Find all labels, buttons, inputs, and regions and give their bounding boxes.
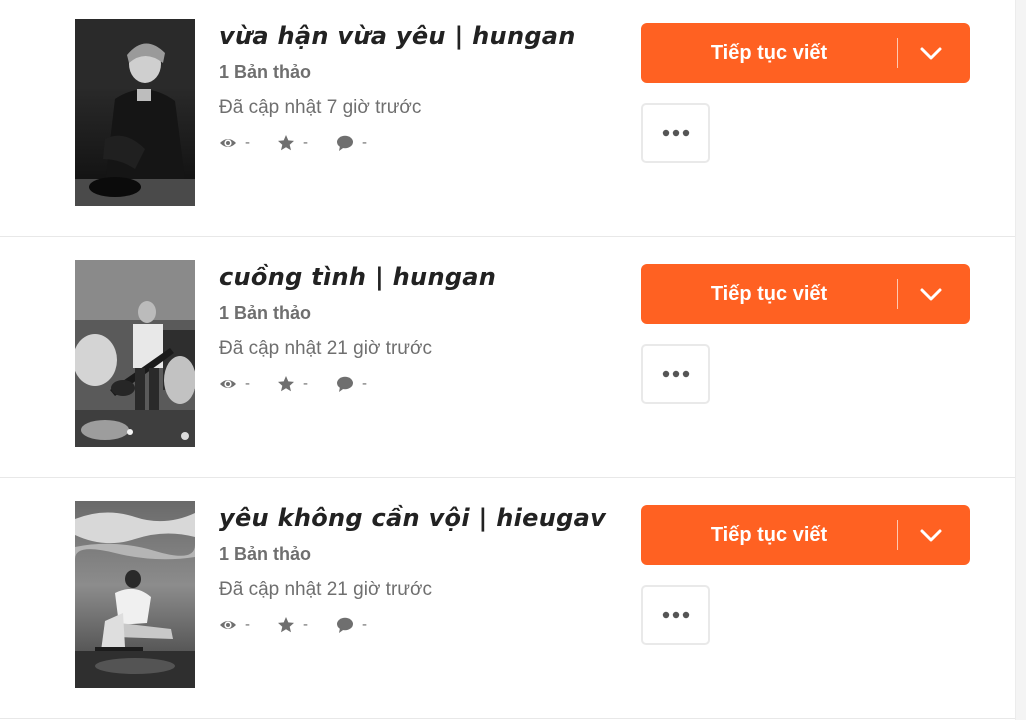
more-options-icon	[662, 611, 690, 619]
continue-writing-button[interactable]: Tiếp tục viết	[641, 264, 970, 324]
continue-writing-label: Tiếp tục viết	[710, 524, 828, 546]
button-divider	[897, 520, 898, 550]
continue-writing-button[interactable]: Tiếp tục viết	[641, 23, 970, 83]
button-divider	[897, 38, 898, 68]
votes-count: -	[303, 616, 308, 633]
story-cover-image[interactable]	[75, 19, 195, 206]
star-icon	[278, 135, 294, 151]
more-options-button[interactable]	[641, 103, 710, 163]
story-item: vừa hận vừa yêu | hungan 1 Bản thảo Đã c…	[0, 0, 1015, 237]
button-divider	[897, 279, 898, 309]
last-updated: Đã cập nhật 21 giờ trước	[219, 579, 432, 600]
eye-icon	[220, 380, 236, 388]
comments-count: -	[362, 134, 367, 151]
comment-icon	[337, 376, 353, 392]
story-item: yêu không cần vội | hieugav 1 Bản thảo Đ…	[0, 478, 1015, 719]
eye-icon	[220, 621, 236, 629]
continue-writing-button[interactable]: Tiếp tục viết	[641, 505, 970, 565]
story-cover-image[interactable]	[75, 260, 195, 447]
more-options-button[interactable]	[641, 585, 710, 645]
comments-count: -	[362, 616, 367, 633]
chevron-down-icon[interactable]	[919, 43, 943, 63]
continue-writing-label: Tiếp tục viết	[710, 42, 828, 64]
comment-icon	[337, 617, 353, 633]
comments-count: -	[362, 375, 367, 392]
comment-icon	[337, 135, 353, 151]
row-divider	[0, 718, 1015, 719]
votes-count: -	[303, 375, 308, 392]
votes-count: -	[303, 134, 308, 151]
draft-count: 1 Bản thảo	[219, 303, 312, 323]
right-gutter	[1016, 0, 1026, 720]
star-icon	[278, 617, 294, 633]
star-icon	[278, 376, 294, 392]
continue-writing-label: Tiếp tục viết	[710, 283, 828, 305]
story-item: cuồng tình | hungan 1 Bản thảo Đã cập nh…	[0, 237, 1015, 478]
last-updated: Đã cập nhật 7 giờ trước	[219, 97, 422, 118]
story-list: vừa hận vừa yêu | hungan 1 Bản thảo Đã c…	[0, 0, 1015, 720]
chevron-down-icon[interactable]	[919, 284, 943, 304]
draft-count: 1 Bản thảo	[219, 62, 312, 82]
views-count: -	[245, 616, 250, 633]
more-options-button[interactable]	[641, 344, 710, 404]
views-count: -	[245, 375, 250, 392]
story-stats: - - -	[219, 375, 419, 393]
story-title[interactable]: yêu không cần vội | hieugav	[219, 504, 606, 532]
story-title[interactable]: cuồng tình | hungan	[219, 263, 496, 291]
story-stats: - - -	[219, 616, 419, 634]
draft-count: 1 Bản thảo	[219, 544, 312, 564]
story-title[interactable]: vừa hận vừa yêu | hungan	[219, 22, 576, 50]
story-cover-image[interactable]	[75, 501, 195, 688]
last-updated: Đã cập nhật 21 giờ trước	[219, 338, 432, 359]
story-stats: - - -	[219, 134, 419, 152]
views-count: -	[245, 134, 250, 151]
more-options-icon	[662, 370, 690, 378]
chevron-down-icon[interactable]	[919, 525, 943, 545]
more-options-icon	[662, 129, 690, 137]
eye-icon	[220, 139, 236, 147]
